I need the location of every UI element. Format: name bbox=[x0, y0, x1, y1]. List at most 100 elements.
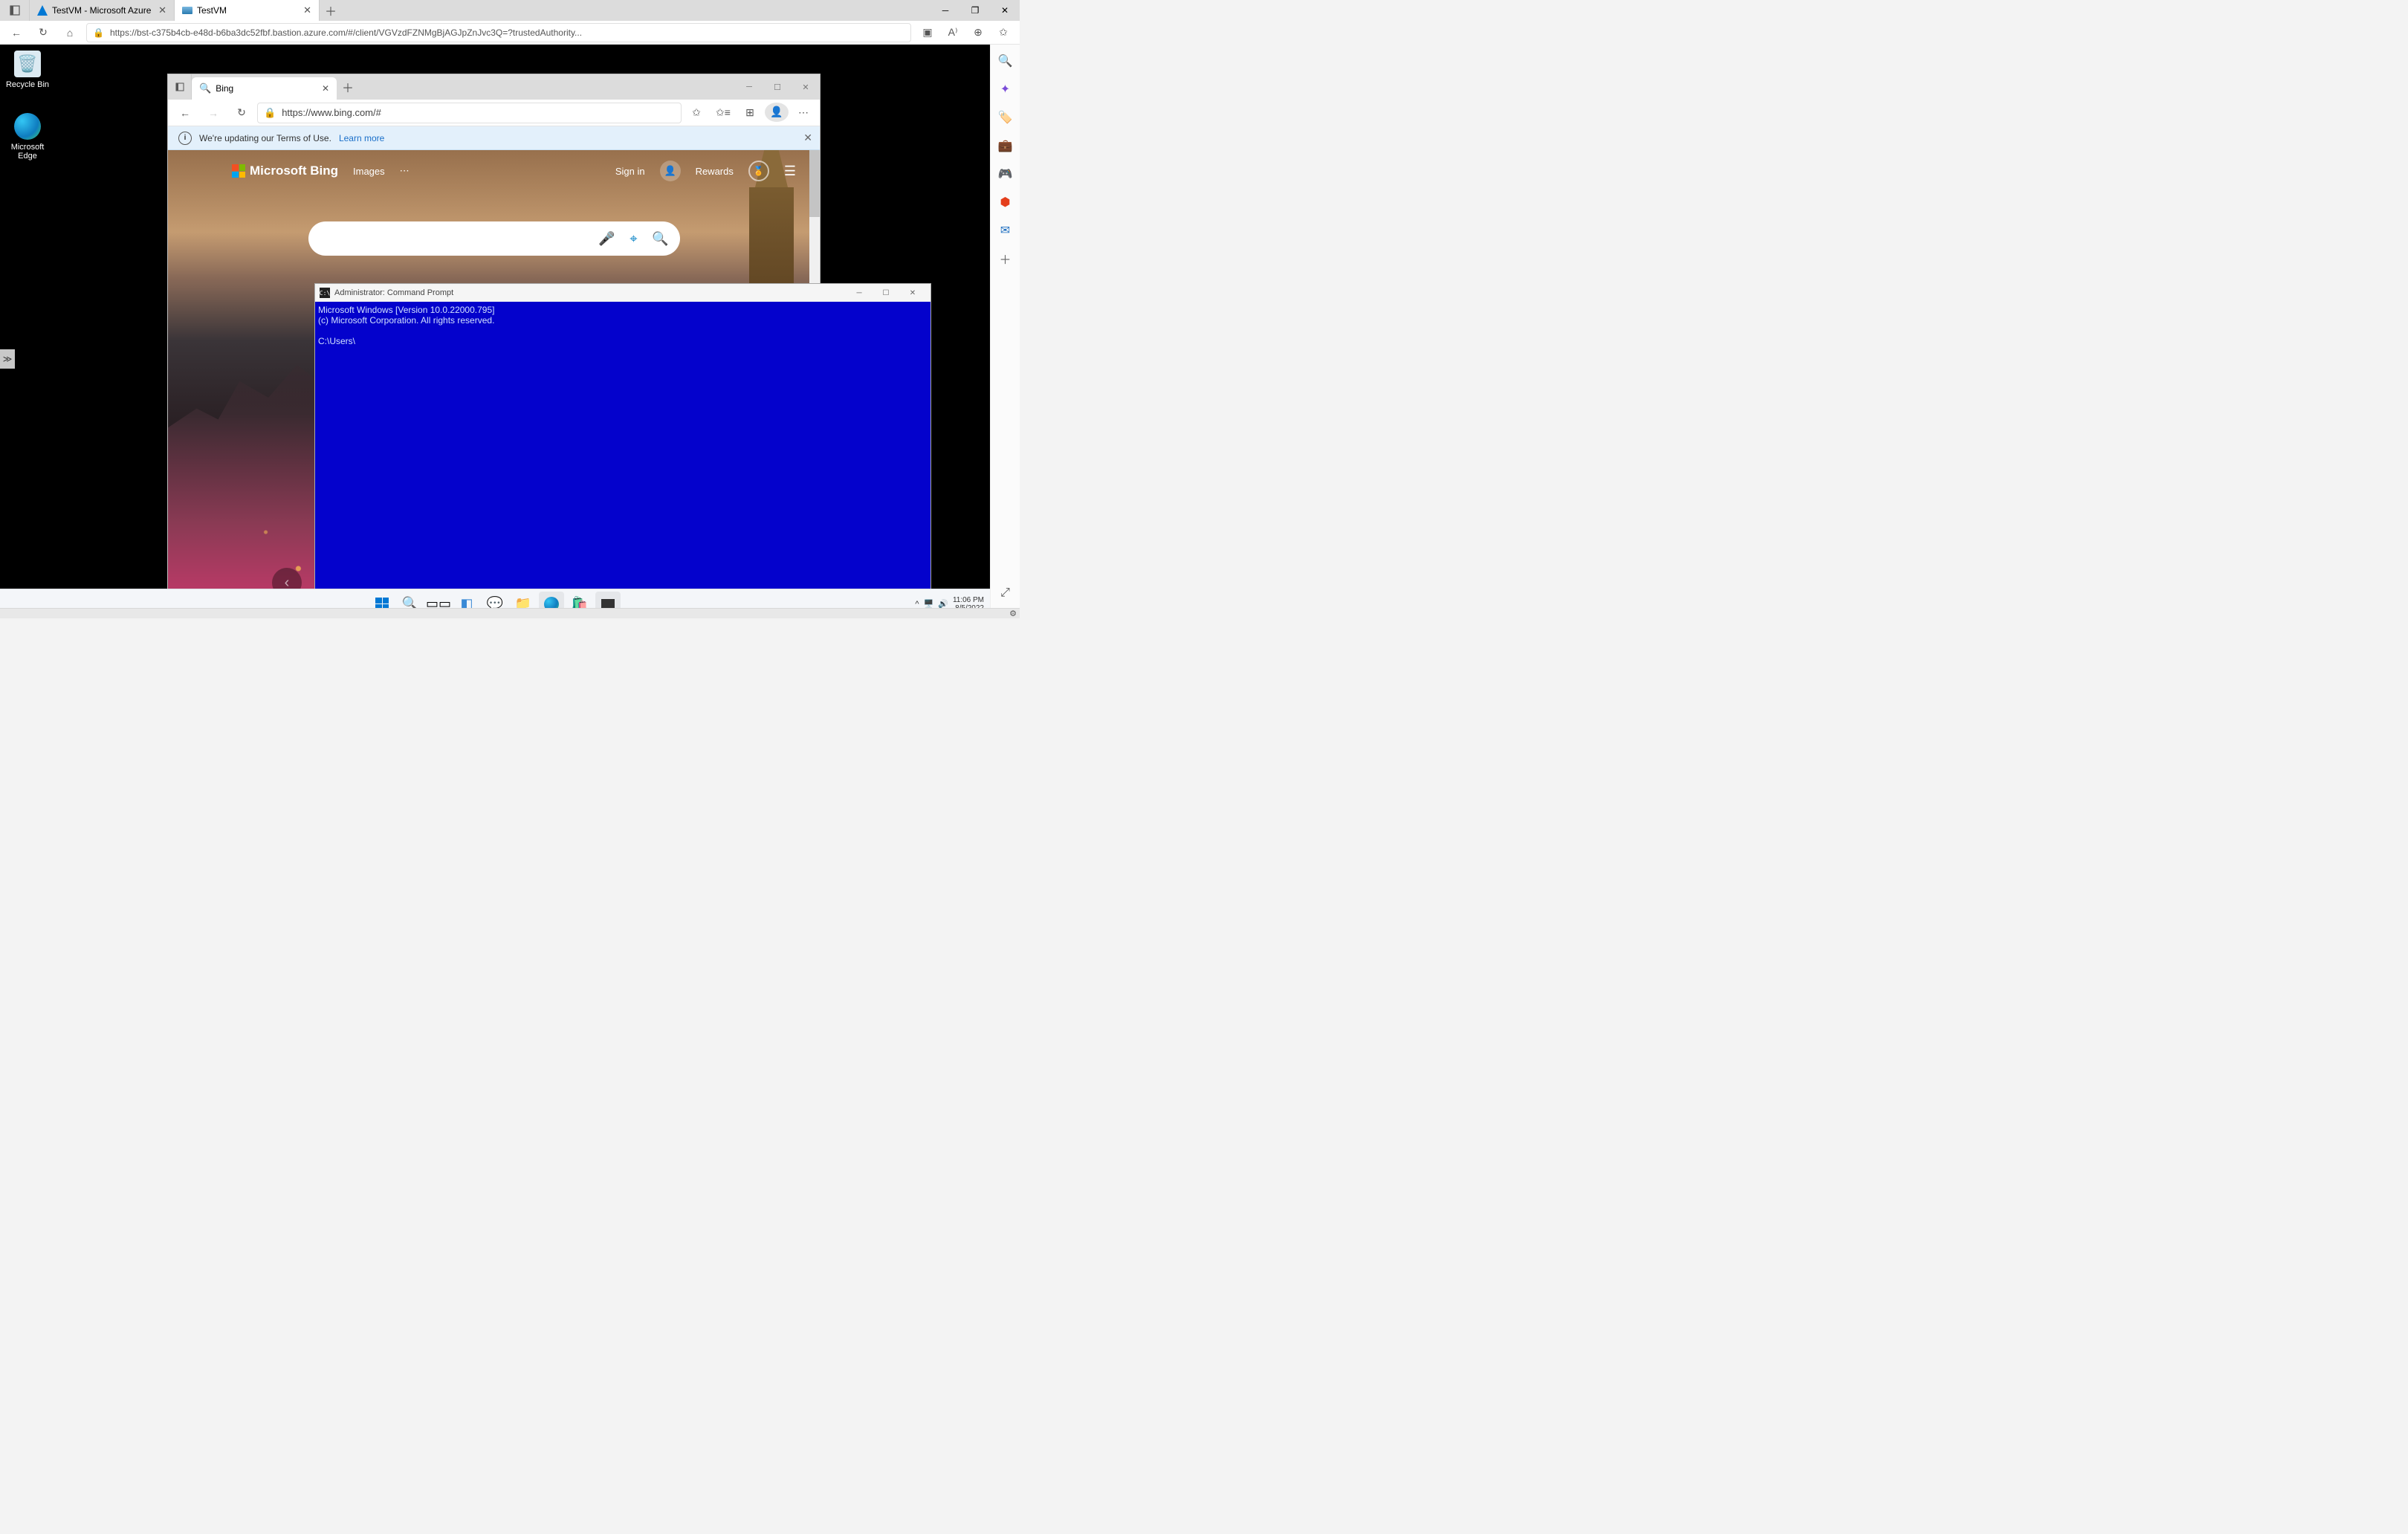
minimize-button[interactable]: ─ bbox=[735, 74, 763, 100]
image-search-icon[interactable]: ⌖ bbox=[624, 231, 644, 247]
url-input[interactable]: 🔒 https://bst-c375b4cb-e48d-b6ba3dc52fbf… bbox=[86, 23, 911, 42]
signin-link[interactable]: Sign in bbox=[615, 166, 645, 177]
cmd-window-controls: ─ ☐ ✕ bbox=[846, 289, 926, 297]
lock-icon: 🔒 bbox=[93, 27, 104, 38]
tab-actions-icon bbox=[175, 82, 184, 91]
refresh-button[interactable]: ↻ bbox=[229, 103, 254, 123]
outer-address-bar: ← ↻ ⌂ 🔒 https://bst-c375b4cb-e48d-b6ba3d… bbox=[0, 21, 1020, 45]
rewards-link[interactable]: Rewards bbox=[696, 166, 734, 177]
microsoft-icon bbox=[232, 164, 245, 178]
nav-more-icon[interactable]: ⋯ bbox=[400, 165, 410, 177]
collections-button[interactable]: ⊞ bbox=[738, 103, 762, 123]
minimize-button[interactable]: ─ bbox=[846, 289, 873, 297]
bastion-expand-handle[interactable]: ≫ bbox=[0, 349, 15, 369]
minimize-button[interactable]: ─ bbox=[930, 0, 960, 21]
hamburger-icon[interactable]: ☰ bbox=[784, 164, 796, 179]
outer-tab-strip: TestVM - Microsoft Azure ✕ TestVM ✕ ＋ ─ … bbox=[0, 0, 1020, 21]
azure-icon bbox=[37, 5, 48, 16]
forward-button: → bbox=[201, 103, 226, 123]
desktop-icon-edge[interactable]: Microsoft Edge bbox=[1, 113, 54, 161]
terms-text: We're updating our Terms of Use. bbox=[199, 133, 331, 143]
tab-title: TestVM bbox=[197, 5, 227, 16]
bing-logo-text: Microsoft Bing bbox=[250, 164, 338, 178]
profile-button[interactable]: 👤 bbox=[765, 103, 789, 122]
recycle-bin-icon: 🗑️ bbox=[14, 51, 41, 77]
window-controls: ─ ❐ ✕ bbox=[930, 0, 1020, 21]
vm-icon bbox=[182, 7, 192, 14]
maximize-button[interactable]: ☐ bbox=[873, 289, 899, 297]
cmd-icon: C:\ bbox=[320, 288, 330, 298]
desktop-icon-recycle-bin[interactable]: 🗑️ Recycle Bin bbox=[1, 51, 54, 89]
cmd-line: Microsoft Windows [Version 10.0.22000.79… bbox=[318, 305, 494, 315]
bing-header: Microsoft Bing Images ⋯ Sign in 👤 Reward… bbox=[168, 161, 809, 181]
close-button[interactable]: ✕ bbox=[792, 74, 820, 100]
back-button[interactable]: ← bbox=[6, 22, 27, 43]
inner-url-input[interactable]: 🔒 https://www.bing.com/# bbox=[257, 103, 682, 123]
rewards-icon[interactable]: 🏅 bbox=[748, 161, 769, 181]
close-icon[interactable]: ✕ bbox=[322, 83, 329, 94]
outer-bottom-bar: ⚙ bbox=[0, 608, 1020, 618]
maximize-button[interactable]: ❐ bbox=[960, 0, 990, 21]
terms-banner: i We're updating our Terms of Use. Learn… bbox=[168, 126, 820, 150]
close-icon[interactable]: ✕ bbox=[303, 4, 311, 16]
tab-testvm[interactable]: TestVM ✕ bbox=[175, 0, 320, 21]
favorites-list-button[interactable]: ✩≡ bbox=[711, 103, 735, 123]
voice-search-icon[interactable]: 🎤 bbox=[597, 231, 618, 247]
desktop-icon-label: Recycle Bin bbox=[1, 80, 54, 89]
edge-icon bbox=[14, 113, 41, 140]
tray-chevron-icon[interactable]: ^ bbox=[915, 600, 919, 609]
cmd-terminal[interactable]: Microsoft Windows [Version 10.0.22000.79… bbox=[315, 302, 930, 606]
enter-immersive-button[interactable]: ▣ bbox=[917, 22, 938, 43]
inner-tab-bing[interactable]: 🔍 Bing ✕ bbox=[192, 77, 337, 100]
remote-desktop[interactable]: 🗑️ Recycle Bin Microsoft Edge ≫ 🔍 Bing ✕… bbox=[0, 45, 990, 618]
refresh-button[interactable]: ↻ bbox=[33, 22, 54, 43]
signin-avatar-icon[interactable]: 👤 bbox=[660, 161, 681, 181]
read-aloud-button[interactable]: A⁾ bbox=[942, 22, 963, 43]
url-text: https://bst-c375b4cb-e48d-b6ba3dc52fbf.b… bbox=[110, 27, 582, 38]
terms-link[interactable]: Learn more bbox=[339, 133, 384, 143]
inner-window-controls: ─ ☐ ✕ bbox=[735, 74, 820, 100]
outlook-icon[interactable]: ✉ bbox=[998, 223, 1013, 238]
bing-search-box[interactable]: 🎤 ⌖ 🔍 bbox=[308, 221, 680, 256]
discover-icon[interactable]: ✦ bbox=[998, 82, 1013, 97]
shopping-icon[interactable]: 🏷️ bbox=[998, 110, 1013, 125]
inner-new-tab-button[interactable]: ＋ bbox=[337, 74, 359, 100]
desktop-icon-label: Microsoft Edge bbox=[1, 143, 54, 161]
menu-button[interactable]: ⋯ bbox=[792, 103, 815, 123]
bing-icon: 🔍 bbox=[199, 82, 211, 94]
office-icon[interactable]: ⬢ bbox=[998, 195, 1013, 210]
games-icon[interactable]: 🎮 bbox=[998, 166, 1013, 181]
add-sidebar-button[interactable]: ＋ bbox=[998, 251, 1013, 266]
favorite-button[interactable]: ✩ bbox=[993, 22, 1014, 43]
home-button[interactable]: ⌂ bbox=[59, 22, 80, 43]
clock-time: 11:06 PM bbox=[953, 596, 984, 604]
close-button[interactable]: ✕ bbox=[990, 0, 1020, 21]
tab-actions-button[interactable] bbox=[0, 0, 30, 21]
bing-logo[interactable]: Microsoft Bing bbox=[232, 164, 338, 178]
inner-tab-actions-button[interactable] bbox=[168, 74, 192, 100]
zoom-button[interactable]: ⊕ bbox=[968, 22, 988, 43]
search-input[interactable] bbox=[323, 233, 591, 245]
cmd-line: (c) Microsoft Corporation. All rights re… bbox=[318, 315, 494, 326]
scrollbar-thumb[interactable] bbox=[809, 150, 820, 217]
search-icon[interactable]: 🔍 bbox=[650, 231, 671, 247]
tools-icon[interactable]: 💼 bbox=[998, 138, 1013, 153]
search-icon[interactable]: 🔍 bbox=[998, 54, 1013, 68]
cmd-titlebar[interactable]: C:\ Administrator: Command Prompt ─ ☐ ✕ bbox=[315, 284, 930, 302]
close-icon[interactable]: ✕ bbox=[158, 4, 166, 16]
close-button[interactable]: ✕ bbox=[899, 289, 926, 297]
cmd-title-text: Administrator: Command Prompt bbox=[334, 288, 453, 297]
tab-title: TestVM - Microsoft Azure bbox=[52, 5, 151, 16]
inner-tab-title: Bing bbox=[216, 83, 233, 94]
back-button[interactable]: ← bbox=[172, 103, 198, 123]
close-icon[interactable]: ✕ bbox=[803, 132, 812, 144]
tab-azure[interactable]: TestVM - Microsoft Azure ✕ bbox=[30, 0, 175, 21]
settings-icon[interactable]: ⚙ bbox=[1009, 609, 1017, 618]
inner-tab-strip: 🔍 Bing ✕ ＋ ─ ☐ ✕ bbox=[168, 74, 820, 100]
favorite-button[interactable]: ✩ bbox=[684, 103, 708, 123]
inner-address-bar: ← → ↻ 🔒 https://www.bing.com/# ✩ ✩≡ ⊞ 👤 … bbox=[168, 100, 820, 126]
nav-images[interactable]: Images bbox=[353, 166, 385, 177]
maximize-button[interactable]: ☐ bbox=[763, 74, 792, 100]
new-tab-button[interactable]: ＋ bbox=[320, 0, 342, 21]
hide-sidebar-button[interactable]: ⤢ bbox=[998, 586, 1013, 601]
